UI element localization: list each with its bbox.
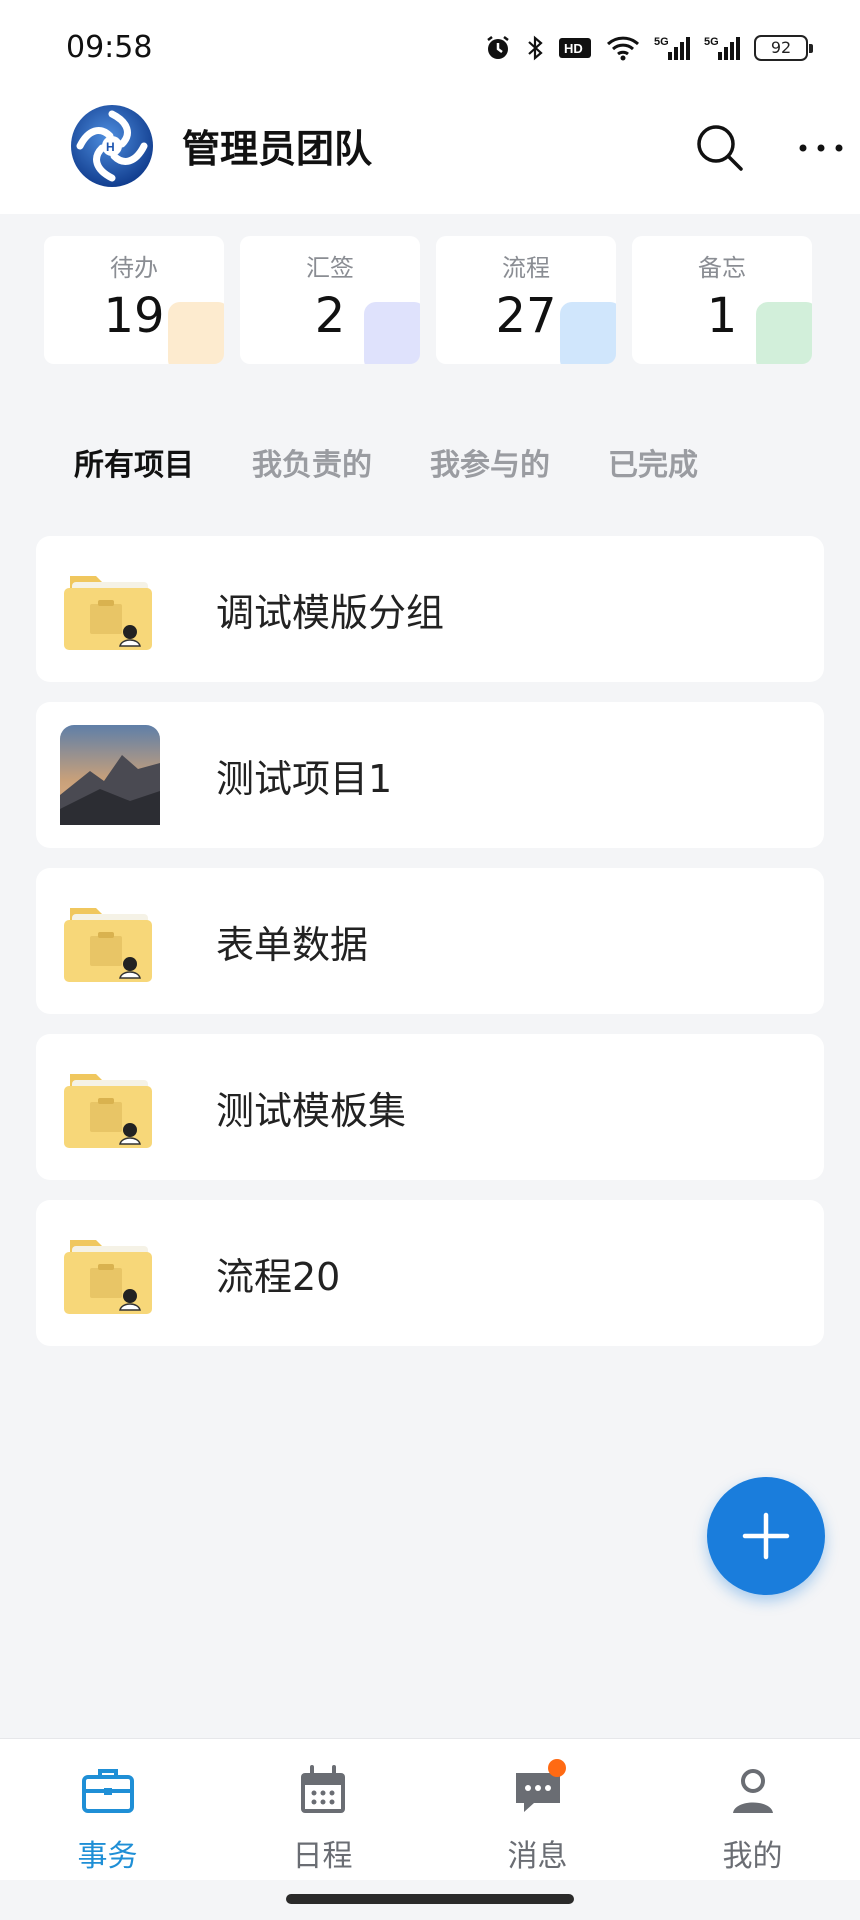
team-logo: H <box>71 105 153 187</box>
stat-value: 19 <box>103 288 165 344</box>
stat-label: 流程 <box>502 254 550 282</box>
header: H 管理员团队 <box>0 96 860 214</box>
folder-icon <box>64 576 152 650</box>
nav-item-schedule[interactable]: 日程 <box>215 1739 430 1880</box>
project-name: 测试项目1 <box>216 757 393 801</box>
nav-item-affairs[interactable]: 事务 <box>0 1739 215 1880</box>
list-item[interactable]: 表单数据 <box>36 868 824 1014</box>
stat-value: 1 <box>706 288 738 344</box>
stat-card-workflow[interactable]: 流程 27 <box>436 236 616 364</box>
tab-all-projects[interactable]: 所有项目 <box>74 440 194 484</box>
project-name: 流程20 <box>216 1255 341 1299</box>
calendar-icon <box>300 1765 345 1813</box>
svg-text:HD: HD <box>564 41 583 56</box>
list-item[interactable]: 测试项目1 <box>36 702 824 848</box>
briefcase-icon <box>81 1769 134 1813</box>
svg-text:5G: 5G <box>704 36 719 48</box>
folder-icon <box>64 1240 152 1314</box>
stat-label: 待办 <box>110 254 158 282</box>
alarm-icon <box>487 36 509 59</box>
status-icons: HD 5G 5G 92 <box>484 32 813 64</box>
battery-icon: 92 <box>754 35 813 61</box>
nav-label: 消息 <box>507 1839 568 1874</box>
stat-card-todo[interactable]: 待办 19 <box>44 236 224 364</box>
bluetooth-icon <box>528 35 543 61</box>
stat-label: 备忘 <box>698 254 746 282</box>
folder-icon <box>64 1074 152 1148</box>
nav-label: 我的 <box>722 1839 783 1874</box>
search-icon[interactable] <box>694 122 746 174</box>
tab-my-participating[interactable]: 我参与的 <box>430 440 550 484</box>
user-icon <box>732 1769 773 1813</box>
stats-row: 待办 19 汇签 2 流程 27 备忘 1 <box>44 236 860 366</box>
list-item[interactable]: 流程20 <box>36 1200 824 1346</box>
bottom-nav: 事务 日程 消息 我的 <box>0 1738 860 1880</box>
plus-icon <box>742 1512 790 1560</box>
stat-card-countersign[interactable]: 汇签 2 <box>240 236 420 364</box>
photo-thumbnail <box>60 725 160 825</box>
more-icon[interactable] <box>796 128 846 168</box>
nav-item-messages[interactable]: 消息 <box>430 1739 645 1880</box>
status-time: 09:58 <box>66 30 153 65</box>
status-bar: 09:58 HD 5G 5G 92 <box>0 0 860 96</box>
nav-item-mine[interactable]: 我的 <box>645 1739 860 1880</box>
wifi-icon <box>606 36 640 61</box>
project-name: 表单数据 <box>216 923 369 967</box>
folder-icon <box>64 908 152 982</box>
stat-value: 2 <box>314 288 346 344</box>
signal-5g-icon: 5G <box>704 36 740 60</box>
svg-text:H: H <box>106 140 115 154</box>
page-title: 管理员团队 <box>182 127 373 171</box>
project-list: 调试模版分组 测试项目1 表单数据 测试模板集 流程20 <box>36 536 824 1366</box>
signal-5g-icon: 5G <box>654 36 690 60</box>
list-item[interactable]: 测试模板集 <box>36 1034 824 1180</box>
nav-label: 日程 <box>292 1839 353 1874</box>
svg-text:5G: 5G <box>654 36 669 48</box>
list-item[interactable]: 调试模版分组 <box>36 536 824 682</box>
tab-my-responsible[interactable]: 我负责的 <box>252 440 372 484</box>
project-name: 调试模版分组 <box>216 591 445 635</box>
project-tabs: 所有项目 我负责的 我参与的 已完成 <box>74 440 698 484</box>
add-project-button[interactable] <box>707 1477 825 1595</box>
stat-card-memo[interactable]: 备忘 1 <box>632 236 812 364</box>
hd-icon: HD <box>559 38 591 58</box>
unread-badge <box>548 1759 566 1777</box>
stat-label: 汇签 <box>306 254 354 282</box>
nav-label: 事务 <box>77 1839 138 1874</box>
tab-completed[interactable]: 已完成 <box>608 440 698 484</box>
project-name: 测试模板集 <box>216 1089 407 1133</box>
stat-value: 27 <box>495 288 557 344</box>
home-indicator[interactable] <box>286 1894 574 1904</box>
